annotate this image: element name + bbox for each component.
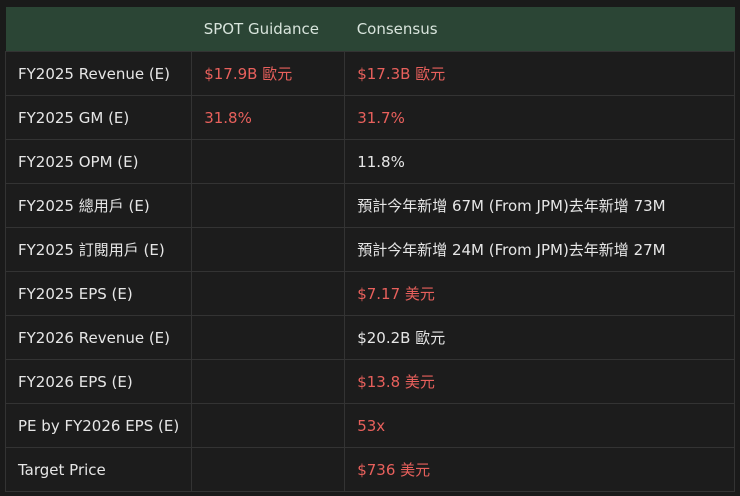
- table-row: Target Price $736 美元: [4, 447, 735, 492]
- consensus-cell: 53x: [344, 403, 735, 448]
- row-label: Target Price: [4, 447, 193, 492]
- row-label: FY2025 GM (E): [4, 95, 193, 140]
- table-row: FY2026 Revenue (E) $20.2B 歐元: [4, 315, 735, 360]
- row-label: FY2026 EPS (E): [4, 359, 193, 404]
- row-label: FY2025 訂閱用戶 (E): [4, 227, 193, 272]
- consensus-cell: 31.7%: [344, 95, 735, 140]
- table-row: PE by FY2026 EPS (E) 53x: [4, 403, 735, 448]
- guidance-cell: [191, 403, 346, 448]
- guidance-cell: [191, 227, 346, 272]
- consensus-cell: $20.2B 歐元: [344, 315, 735, 360]
- row-label: PE by FY2026 EPS (E): [4, 403, 193, 448]
- row-label: FY2025 EPS (E): [4, 271, 193, 316]
- table-row: FY2026 EPS (E) $13.8 美元: [4, 359, 735, 404]
- guidance-cell: [191, 315, 346, 360]
- consensus-cell: 預計今年新增 67M (From JPM)去年新增 73M: [344, 183, 735, 228]
- consensus-cell: $7.17 美元: [344, 271, 735, 316]
- header-guidance: SPOT Guidance: [191, 7, 345, 52]
- guidance-cell: [191, 271, 346, 316]
- table-row: FY2025 總用戶 (E) 預計今年新增 67M (From JPM)去年新增 …: [4, 183, 735, 228]
- row-label: FY2026 Revenue (E): [4, 315, 193, 360]
- guidance-cell: [191, 183, 346, 228]
- guidance-cell: $17.9B 歐元: [191, 51, 346, 96]
- table-row: FY2025 Revenue (E) $17.9B 歐元 $17.3B 歐元: [4, 51, 735, 96]
- table-row: FY2025 OPM (E) 11.8%: [4, 139, 735, 184]
- row-label: FY2025 總用戶 (E): [4, 183, 193, 228]
- consensus-cell: $17.3B 歐元: [344, 51, 735, 96]
- consensus-cell: $13.8 美元: [344, 359, 735, 404]
- guidance-cell: 31.8%: [191, 95, 346, 140]
- guidance-cell: [191, 139, 346, 184]
- consensus-cell: $736 美元: [344, 447, 735, 492]
- header-empty: [5, 7, 192, 52]
- row-label: FY2025 Revenue (E): [4, 51, 193, 96]
- consensus-cell: 預計今年新增 24M (From JPM)去年新增 27M: [344, 227, 735, 272]
- table-row: FY2025 訂閱用戶 (E) 預計今年新增 24M (From JPM)去年新增…: [4, 227, 735, 272]
- header-consensus: Consensus: [344, 7, 735, 52]
- table-row: FY2025 EPS (E) $7.17 美元: [4, 271, 735, 316]
- guidance-cell: [191, 447, 346, 492]
- consensus-cell: 11.8%: [344, 139, 735, 184]
- table-row: FY2025 GM (E) 31.8% 31.7%: [4, 95, 735, 140]
- guidance-cell: [191, 359, 346, 404]
- header-row: SPOT Guidance Consensus: [5, 7, 735, 52]
- forecast-table: SPOT Guidance Consensus FY2025 Revenue (…: [4, 7, 735, 492]
- row-label: FY2025 OPM (E): [4, 139, 193, 184]
